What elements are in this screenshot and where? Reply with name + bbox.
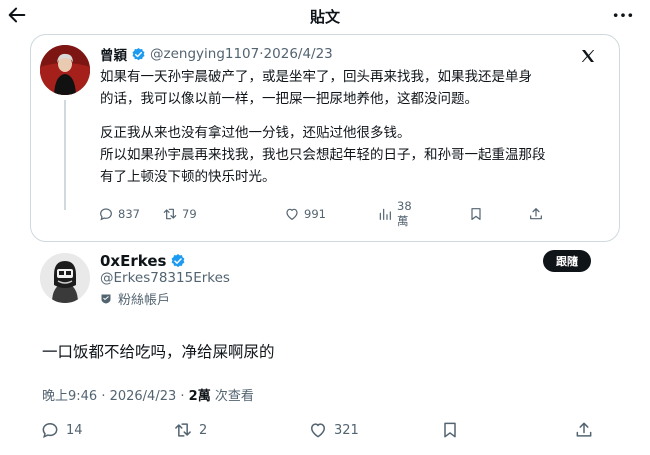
view-count: 2萬 — [188, 389, 211, 404]
quoted-tweet-text: 如果有一天孙宇晨破产了，或是坐牢了，回头再来找我，如果我还是单身 的话，我可以像… — [100, 66, 610, 188]
tweet-timestamp[interactable]: 晚上9:46 · 2026/4/23 · — [42, 389, 189, 404]
repost-icon — [162, 206, 182, 222]
reply-button[interactable]: 837 — [98, 206, 140, 222]
fan-account-row[interactable]: 粉絲帳戶 — [100, 289, 170, 308]
heart-icon — [284, 206, 304, 222]
repost-count: 2 — [199, 422, 208, 438]
verified-badge-icon — [170, 253, 186, 269]
thread-line — [64, 100, 66, 210]
views-count: 38萬 — [397, 199, 412, 228]
quoted-date: 2026/4/23 — [263, 46, 333, 62]
quoted-line: 反正我从来也没有拿过他一分钱，还贴过他很多钱。 — [100, 125, 411, 141]
repost-button[interactable]: 2 — [173, 420, 207, 440]
bookmark-icon — [468, 206, 488, 222]
fan-account-label: 粉絲帳戶 — [118, 293, 171, 308]
quoted-line: 如果有一天孙宇晨破产了，或是坐牢了，回头再来找我，如果我还是单身 — [100, 69, 532, 85]
quoted-author-name[interactable]: 曾穎 — [100, 44, 127, 64]
reply-icon — [98, 206, 118, 222]
bookmark-button[interactable] — [440, 420, 466, 440]
quoted-line: 有了上顿没下顿的快乐时光。 — [100, 169, 276, 185]
views-chart-icon — [377, 206, 397, 222]
tweet-text: 一口饭都不给吃吗，净给屎啊尿的 — [42, 343, 275, 361]
quoted-line: 所以如果孙宇晨再来找我，我也只会想起年轻的日子，和孙哥一起重温那段 — [100, 147, 546, 163]
reply-count: 14 — [66, 422, 83, 438]
share-icon — [574, 420, 600, 440]
follow-button[interactable]: 跟隨 — [543, 250, 591, 272]
reply-icon — [40, 420, 66, 440]
quoted-author-handle[interactable]: @zengying1107 — [150, 46, 259, 62]
share-button[interactable] — [574, 420, 600, 440]
reply-count: 837 — [118, 207, 140, 221]
quoted-author-row: 曾穎 @zengying1107 · 2026/4/23 — [100, 44, 333, 64]
tweet-meta: 晚上9:46 · 2026/4/23 · 2萬 次查看 — [42, 385, 254, 404]
views-button[interactable]: 38萬 — [377, 199, 412, 229]
like-count: 991 — [304, 207, 326, 221]
bookmark-icon — [440, 420, 466, 440]
verified-badge-icon — [131, 47, 146, 62]
bookmark-button[interactable] — [468, 206, 488, 222]
author-name[interactable]: 0xErkes — [100, 252, 166, 270]
share-button[interactable] — [528, 206, 548, 222]
quoted-author-avatar[interactable] — [40, 45, 90, 95]
like-button[interactable]: 991 — [284, 206, 326, 222]
author-handle[interactable]: @Erkes78315Erkes — [100, 270, 230, 286]
page-title: 貼文 — [309, 8, 340, 26]
share-icon — [528, 206, 548, 222]
more-options-icon[interactable] — [612, 6, 634, 26]
like-button[interactable]: 321 — [308, 420, 359, 440]
fan-badge-icon — [100, 293, 118, 305]
like-count: 321 — [334, 422, 359, 438]
heart-icon — [308, 420, 334, 440]
repost-count: 79 — [182, 207, 197, 221]
tweet-action-bar: 14 2 321 — [40, 420, 600, 442]
quoted-line: 的话，我可以像以前一样，一把屎一把尿地养他，这都没问题。 — [100, 91, 478, 107]
repost-button[interactable]: 79 — [162, 206, 197, 222]
views-label: 次查看 — [210, 389, 254, 404]
author-name-row: 0xErkes — [100, 250, 190, 272]
author-avatar[interactable] — [40, 253, 90, 303]
x-logo-icon — [580, 48, 596, 64]
repost-icon — [173, 420, 199, 440]
reply-button[interactable]: 14 — [40, 420, 83, 440]
